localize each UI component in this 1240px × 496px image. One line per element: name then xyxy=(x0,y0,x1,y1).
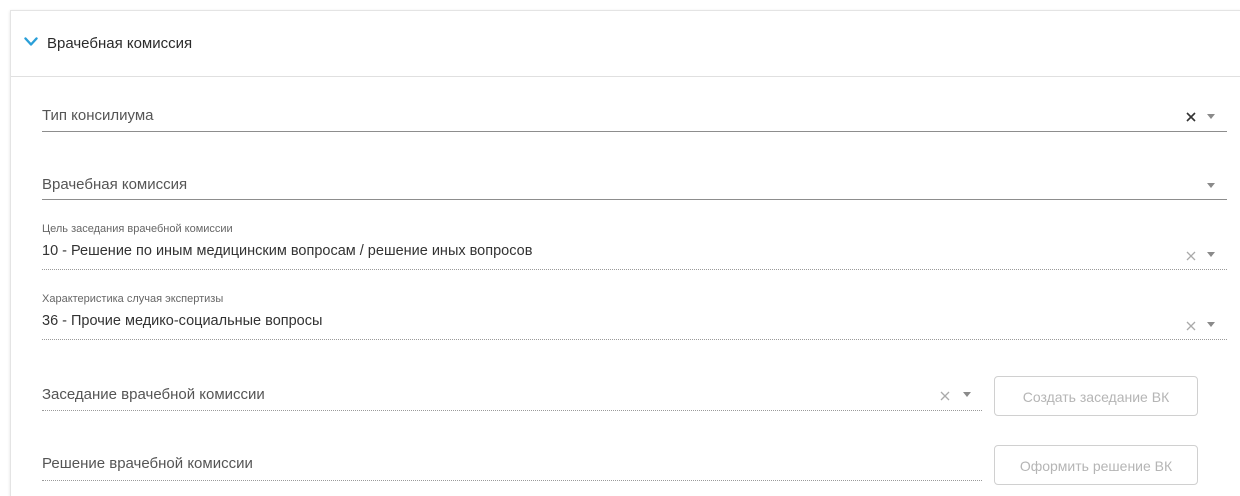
session-goal-label: Цель заседания врачебной комиссии xyxy=(42,223,233,235)
section-header[interactable]: Врачебная комиссия xyxy=(11,11,1240,77)
field-underline xyxy=(42,199,1227,200)
medical-commission-panel: Врачебная комиссия Тип консилиума Врачеб… xyxy=(10,10,1240,496)
medical-commission-select[interactable]: Врачебная комиссия xyxy=(42,171,1227,203)
commission-decision-select[interactable]: Решение врачебной комиссии xyxy=(42,451,982,483)
session-goal-select[interactable]: Цель заседания врачебной комиссии 10 - Р… xyxy=(42,223,1227,273)
session-goal-value: 10 - Решение по иным медицинским вопроса… xyxy=(42,243,533,259)
case-characteristic-select[interactable]: Характеристика случая экспертизы 36 - Пр… xyxy=(42,293,1227,343)
field-underline xyxy=(42,410,982,411)
make-decision-button[interactable]: Оформить решение ВК xyxy=(994,445,1198,485)
clear-icon[interactable] xyxy=(940,391,950,401)
consilium-type-placeholder: Тип консилиума xyxy=(42,107,154,124)
dropdown-arrow-icon[interactable] xyxy=(1207,322,1215,327)
commission-session-select[interactable]: Заседание врачебной комиссии xyxy=(42,381,982,413)
consilium-type-select[interactable]: Тип консилиума xyxy=(42,101,1227,133)
section-title: Врачебная комиссия xyxy=(47,35,193,52)
clear-icon[interactable] xyxy=(1186,321,1196,331)
dropdown-arrow-icon[interactable] xyxy=(1207,183,1215,188)
dropdown-arrow-icon[interactable] xyxy=(1207,252,1215,257)
medical-commission-placeholder: Врачебная комиссия xyxy=(42,176,188,193)
clear-icon[interactable] xyxy=(1186,251,1196,261)
field-underline xyxy=(42,339,1227,340)
field-underline xyxy=(42,131,1227,132)
field-underline xyxy=(42,269,1227,270)
create-session-button[interactable]: Создать заседание ВК xyxy=(994,376,1198,416)
commission-session-placeholder: Заседание врачебной комиссии xyxy=(42,386,265,403)
case-characteristic-value: 36 - Прочие медико-социальные вопросы xyxy=(42,313,323,329)
case-characteristic-label: Характеристика случая экспертизы xyxy=(42,293,224,305)
dropdown-arrow-icon[interactable] xyxy=(963,392,971,397)
clear-icon[interactable] xyxy=(1186,112,1196,122)
field-underline xyxy=(42,480,982,481)
chevron-down-icon[interactable] xyxy=(24,37,38,47)
dropdown-arrow-icon[interactable] xyxy=(1207,114,1215,119)
commission-decision-placeholder: Решение врачебной комиссии xyxy=(42,455,253,472)
